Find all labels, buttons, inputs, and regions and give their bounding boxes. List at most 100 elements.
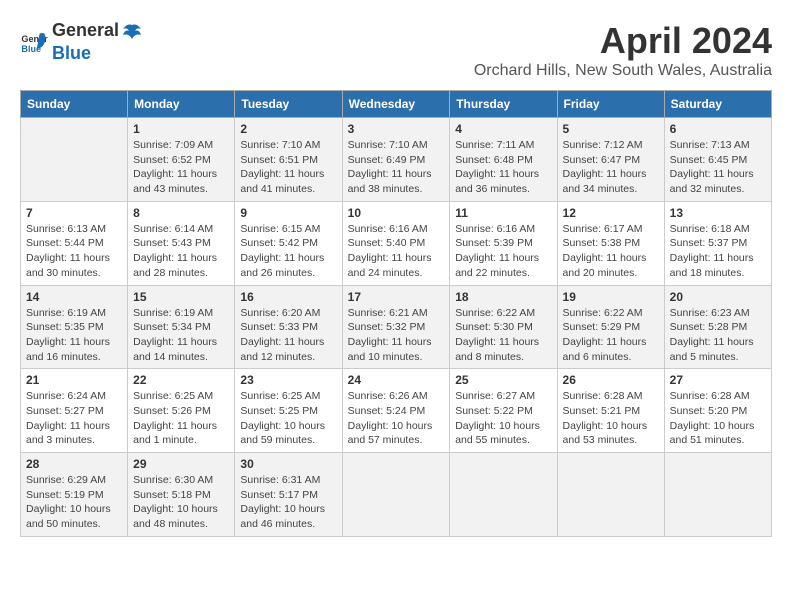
logo-bird-icon — [121, 21, 143, 43]
day-number: 1 — [133, 122, 229, 136]
day-info: Sunrise: 6:21 AM Sunset: 5:32 PM Dayligh… — [348, 306, 445, 365]
day-number: 27 — [670, 373, 766, 387]
day-info: Sunrise: 6:24 AM Sunset: 5:27 PM Dayligh… — [26, 389, 122, 448]
day-info: Sunrise: 6:23 AM Sunset: 5:28 PM Dayligh… — [670, 306, 766, 365]
day-info: Sunrise: 7:10 AM Sunset: 6:49 PM Dayligh… — [348, 138, 445, 197]
calendar-cell: 24 Sunrise: 6:26 AM Sunset: 5:24 PM Dayli… — [342, 369, 450, 453]
day-number: 5 — [563, 122, 659, 136]
day-info: Sunrise: 7:13 AM Sunset: 6:45 PM Dayligh… — [670, 138, 766, 197]
day-number: 25 — [455, 373, 551, 387]
day-number: 23 — [240, 373, 336, 387]
calendar-week-row: 14 Sunrise: 6:19 AM Sunset: 5:35 PM Dayli… — [21, 285, 772, 369]
calendar-week-row: 7Sunrise: 6:13 AM Sunset: 5:44 PM Daylig… — [21, 201, 772, 285]
calendar-cell: 29 Sunrise: 6:30 AM Sunset: 5:18 PM Dayli… — [128, 453, 235, 537]
calendar-cell — [450, 453, 557, 537]
weekday-header-sunday: Sunday — [21, 91, 128, 118]
day-info: Sunrise: 6:31 AM Sunset: 5:17 PM Dayligh… — [240, 473, 336, 532]
day-number: 18 — [455, 290, 551, 304]
day-info: Sunrise: 7:10 AM Sunset: 6:51 PM Dayligh… — [240, 138, 336, 197]
calendar-cell: 28Sunrise: 6:29 AM Sunset: 5:19 PM Dayli… — [21, 453, 128, 537]
logo-text: General Blue — [52, 20, 145, 64]
calendar-cell: 18Sunrise: 6:22 AM Sunset: 5:30 PM Dayli… — [450, 285, 557, 369]
day-info: Sunrise: 6:16 AM Sunset: 5:39 PM Dayligh… — [455, 222, 551, 281]
day-info: Sunrise: 6:19 AM Sunset: 5:35 PM Dayligh… — [26, 306, 122, 365]
calendar-cell: 6 Sunrise: 7:13 AM Sunset: 6:45 PM Daylig… — [664, 118, 771, 202]
calendar-cell: 27 Sunrise: 6:28 AM Sunset: 5:20 PM Dayli… — [664, 369, 771, 453]
day-number: 29 — [133, 457, 229, 471]
day-info: Sunrise: 6:19 AM Sunset: 5:34 PM Dayligh… — [133, 306, 229, 365]
day-number: 19 — [563, 290, 659, 304]
calendar-cell: 12Sunrise: 6:17 AM Sunset: 5:38 PM Dayli… — [557, 201, 664, 285]
calendar-cell: 16Sunrise: 6:20 AM Sunset: 5:33 PM Dayli… — [235, 285, 342, 369]
calendar-cell — [342, 453, 450, 537]
day-number: 9 — [240, 206, 336, 220]
calendar-cell: 10 Sunrise: 6:16 AM Sunset: 5:40 PM Dayli… — [342, 201, 450, 285]
day-number: 3 — [348, 122, 445, 136]
day-number: 21 — [26, 373, 122, 387]
day-info: Sunrise: 6:25 AM Sunset: 5:26 PM Dayligh… — [133, 389, 229, 448]
day-number: 14 — [26, 290, 122, 304]
day-number: 24 — [348, 373, 445, 387]
calendar-cell: 3 Sunrise: 7:10 AM Sunset: 6:49 PM Daylig… — [342, 118, 450, 202]
calendar-cell: 1Sunrise: 7:09 AM Sunset: 6:52 PM Daylig… — [128, 118, 235, 202]
calendar-cell — [557, 453, 664, 537]
day-number: 10 — [348, 206, 445, 220]
calendar-cell — [21, 118, 128, 202]
svg-text:Blue: Blue — [21, 44, 41, 54]
day-info: Sunrise: 6:27 AM Sunset: 5:22 PM Dayligh… — [455, 389, 551, 448]
logo-blue: Blue — [52, 43, 91, 63]
calendar-cell: 22Sunrise: 6:25 AM Sunset: 5:26 PM Dayli… — [128, 369, 235, 453]
page-header: General Blue General Blue April 2024 Orc… — [20, 20, 772, 80]
calendar-cell: 11 Sunrise: 6:16 AM Sunset: 5:39 PM Dayli… — [450, 201, 557, 285]
calendar-cell: 9 Sunrise: 6:15 AM Sunset: 5:42 PM Daylig… — [235, 201, 342, 285]
day-info: Sunrise: 6:26 AM Sunset: 5:24 PM Dayligh… — [348, 389, 445, 448]
logo: General Blue General Blue — [20, 20, 145, 64]
day-info: Sunrise: 6:16 AM Sunset: 5:40 PM Dayligh… — [348, 222, 445, 281]
day-number: 11 — [455, 206, 551, 220]
calendar-cell: 4Sunrise: 7:11 AM Sunset: 6:48 PM Daylig… — [450, 118, 557, 202]
day-info: Sunrise: 6:25 AM Sunset: 5:25 PM Dayligh… — [240, 389, 336, 448]
logo-general: General — [52, 20, 119, 40]
calendar-cell — [664, 453, 771, 537]
calendar-cell: 7Sunrise: 6:13 AM Sunset: 5:44 PM Daylig… — [21, 201, 128, 285]
calendar-table: SundayMondayTuesdayWednesdayThursdayFrid… — [20, 90, 772, 537]
day-number: 17 — [348, 290, 445, 304]
day-info: Sunrise: 6:13 AM Sunset: 5:44 PM Dayligh… — [26, 222, 122, 281]
day-number: 13 — [670, 206, 766, 220]
weekday-header-friday: Friday — [557, 91, 664, 118]
calendar-week-row: 21 Sunrise: 6:24 AM Sunset: 5:27 PM Dayli… — [21, 369, 772, 453]
day-info: Sunrise: 6:14 AM Sunset: 5:43 PM Dayligh… — [133, 222, 229, 281]
location-title: Orchard Hills, New South Wales, Australi… — [474, 62, 772, 80]
month-title: April 2024 — [474, 20, 772, 62]
calendar-cell: 2 Sunrise: 7:10 AM Sunset: 6:51 PM Daylig… — [235, 118, 342, 202]
logo-icon: General Blue — [20, 28, 48, 56]
day-info: Sunrise: 6:18 AM Sunset: 5:37 PM Dayligh… — [670, 222, 766, 281]
calendar-cell: 26Sunrise: 6:28 AM Sunset: 5:21 PM Dayli… — [557, 369, 664, 453]
day-info: Sunrise: 7:12 AM Sunset: 6:47 PM Dayligh… — [563, 138, 659, 197]
day-number: 4 — [455, 122, 551, 136]
calendar-cell: 30 Sunrise: 6:31 AM Sunset: 5:17 PM Dayli… — [235, 453, 342, 537]
day-info: Sunrise: 6:20 AM Sunset: 5:33 PM Dayligh… — [240, 306, 336, 365]
day-info: Sunrise: 6:30 AM Sunset: 5:18 PM Dayligh… — [133, 473, 229, 532]
calendar-cell: 14 Sunrise: 6:19 AM Sunset: 5:35 PM Dayli… — [21, 285, 128, 369]
calendar-cell: 5 Sunrise: 7:12 AM Sunset: 6:47 PM Daylig… — [557, 118, 664, 202]
weekday-header-row: SundayMondayTuesdayWednesdayThursdayFrid… — [21, 91, 772, 118]
day-number: 20 — [670, 290, 766, 304]
calendar-week-row: 1Sunrise: 7:09 AM Sunset: 6:52 PM Daylig… — [21, 118, 772, 202]
calendar-cell: 17 Sunrise: 6:21 AM Sunset: 5:32 PM Dayli… — [342, 285, 450, 369]
calendar-cell: 13 Sunrise: 6:18 AM Sunset: 5:37 PM Dayli… — [664, 201, 771, 285]
day-number: 30 — [240, 457, 336, 471]
calendar-cell: 25 Sunrise: 6:27 AM Sunset: 5:22 PM Dayli… — [450, 369, 557, 453]
day-info: Sunrise: 6:15 AM Sunset: 5:42 PM Dayligh… — [240, 222, 336, 281]
day-info: Sunrise: 6:28 AM Sunset: 5:20 PM Dayligh… — [670, 389, 766, 448]
day-number: 15 — [133, 290, 229, 304]
calendar-week-row: 28Sunrise: 6:29 AM Sunset: 5:19 PM Dayli… — [21, 453, 772, 537]
calendar-cell: 23 Sunrise: 6:25 AM Sunset: 5:25 PM Dayli… — [235, 369, 342, 453]
weekday-header-thursday: Thursday — [450, 91, 557, 118]
calendar-cell: 15 Sunrise: 6:19 AM Sunset: 5:34 PM Dayli… — [128, 285, 235, 369]
day-number: 6 — [670, 122, 766, 136]
weekday-header-saturday: Saturday — [664, 91, 771, 118]
day-info: Sunrise: 6:22 AM Sunset: 5:29 PM Dayligh… — [563, 306, 659, 365]
day-number: 28 — [26, 457, 122, 471]
day-number: 2 — [240, 122, 336, 136]
